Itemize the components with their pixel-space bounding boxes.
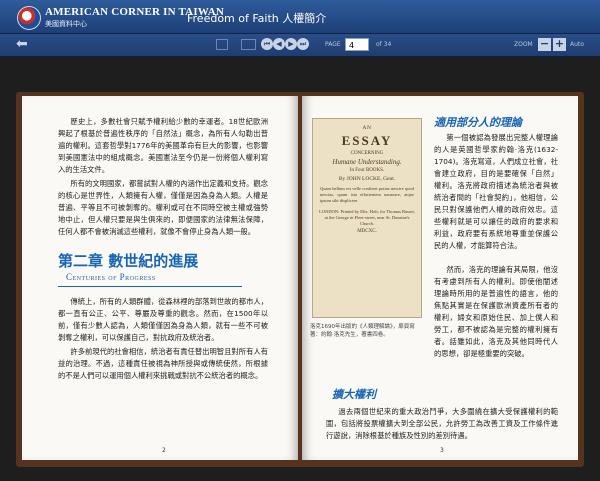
back-arrow-icon[interactable]: ⬅: [16, 37, 28, 51]
left-page[interactable]: 歷史上，多數社會只賦予權利給少數的幸運者。18世紀歐洲興起了根基於普遍性秩序的「…: [22, 96, 298, 460]
locke-paragraph-1: 第一個被認為發展出完整人權理論的人是英國哲學家約翰‧洛克(1632-1704)。…: [434, 133, 558, 250]
progress-paragraph-2: 許多前現代的社會相信，統治者有責任替出明智且對所有人有益的治理。不過，這種責任被…: [58, 347, 268, 380]
zoom-label: ZOOM: [514, 41, 533, 48]
american-corner-logo[interactable]: [17, 6, 41, 30]
next-page-icon[interactable]: ▶: [285, 38, 297, 50]
photo-line-essay: ESSAY: [341, 133, 393, 148]
locke-paragraph-2-start: 然而，洛克的理論有其局限，他沒有考慮到所有人的權利。即使他闡述理論時所用的是普遍…: [434, 265, 558, 358]
document-title: Freedom of Faith 人權簡介: [187, 12, 327, 25]
photo-line-books: In Four BOOKS.: [349, 168, 385, 173]
intro-paragraph-2: 所有的文明國家，都嘗試對人權的內涵作出定義和支持。觀念的核心是世界性，人類擁有人…: [58, 179, 268, 236]
single-page-view-icon[interactable]: [216, 39, 228, 50]
right-page-number: 3: [440, 447, 444, 454]
page-label: PAGE: [325, 41, 341, 48]
zoom-out-button[interactable]: −: [538, 38, 551, 51]
viewer-toolbar: ⬅ ⏮ ◀ ▶ ⏭ PAGE 4 of 34 ZOOM − + Auto: [0, 34, 600, 57]
two-page-view-icon[interactable]: [241, 39, 256, 50]
photo-line-human-understanding: Humane Understanding.: [332, 158, 402, 166]
chapter-divider: [58, 286, 242, 287]
expanding-rights-paragraph: 過去兩個世紀來的重大政治鬥爭，大多圍繞在擴大受保護權利的範圍，包括將投票權擴大到…: [326, 407, 558, 440]
page-number-input[interactable]: 4: [345, 38, 369, 51]
book-spread: 歷史上，多數社會只賦予權利給少數的幸運者。18世紀歐洲興起了根基於普遍性秩序的「…: [16, 92, 584, 467]
photo-line-quote: Quam bellum est velle confiteri potius n…: [320, 186, 414, 203]
section-title-expanding-rights: 擴大權利: [332, 388, 376, 401]
image-caption: 洛克1690年出版的《人類理解論》，扉頁寫著：約翰·洛克先生，著書四卷。: [310, 324, 415, 338]
chapter-title: 第二章 數世紀的進展: [58, 252, 199, 270]
intro-paragraph-1: 歷史上，多數社會只賦予權利給少數的幸運者。18世紀歐洲興起了根基於普遍性秩序的「…: [58, 117, 268, 174]
last-page-icon[interactable]: ⏭: [297, 38, 309, 50]
photo-line-imprint: LONDON: Printed by Eliz. Holt, for Thoma…: [319, 209, 415, 226]
photo-line-concerning: CONCERNING: [350, 151, 384, 156]
section-title-theory: 適用部分人的理論: [434, 116, 522, 129]
chapter-subtitle-english: Centuries of Progress: [66, 272, 156, 282]
app-header: AMERICAN CORNER IN TAIWAN 美國資料中心 Freedom…: [0, 0, 600, 34]
right-page[interactable]: AN ESSAY CONCERNING Humane Understanding…: [302, 96, 578, 460]
photo-line-year: MDCXC.: [357, 229, 377, 234]
photo-line-an: AN: [362, 125, 372, 131]
photo-line-author: By JOHN LOCKE, Gent.: [338, 176, 396, 182]
brand-subtitle: 美國資料中心: [45, 20, 87, 28]
zoom-auto-button[interactable]: Auto: [570, 41, 584, 48]
locke-essay-title-page-image: AN ESSAY CONCERNING Humane Understanding…: [312, 118, 422, 318]
left-page-number: 2: [162, 447, 166, 454]
first-page-icon[interactable]: ⏮: [261, 38, 273, 50]
zoom-in-button[interactable]: +: [553, 38, 566, 51]
previous-page-icon[interactable]: ◀: [273, 38, 285, 50]
progress-paragraph-1: 傳統上，所有的人類群體，從森林裡的部落到世故的都市人，都一直有公正、公平、尊嚴及…: [58, 297, 268, 342]
page-count: of 34: [376, 41, 392, 48]
